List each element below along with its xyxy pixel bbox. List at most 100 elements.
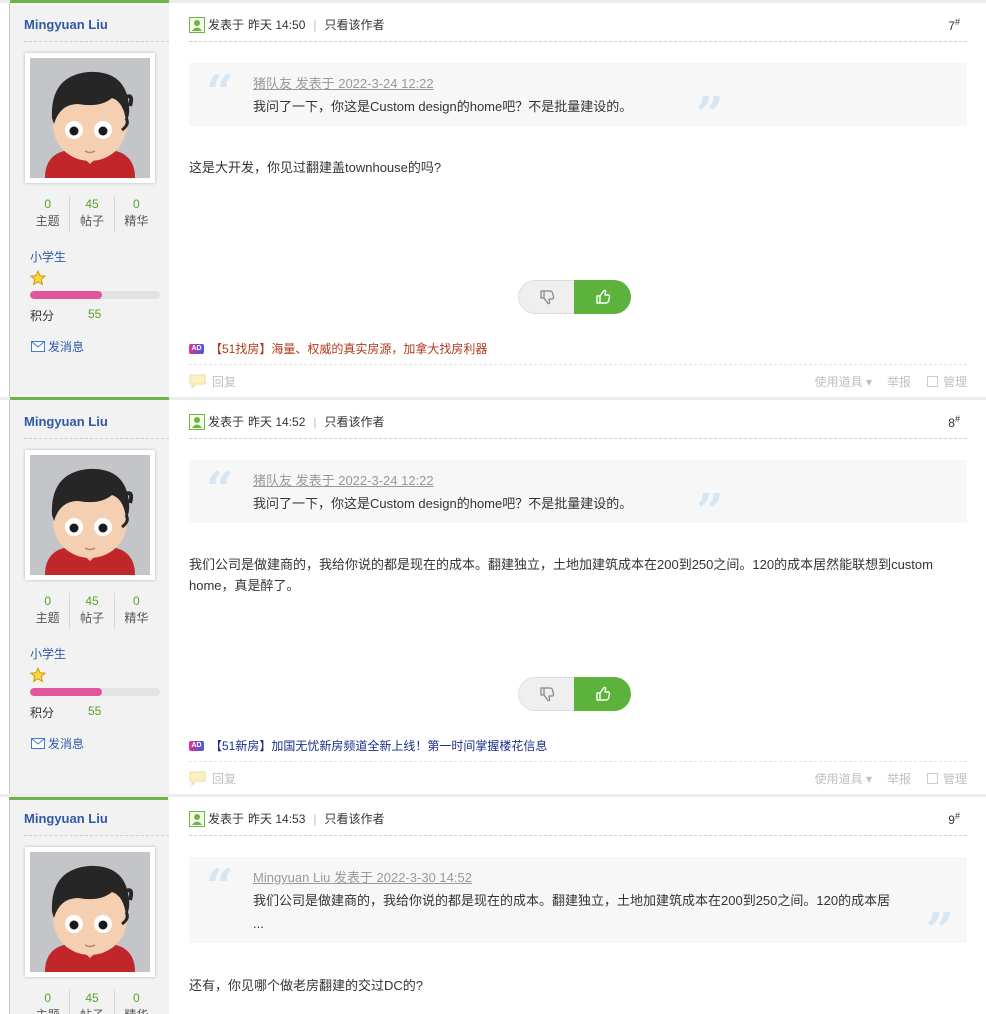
user-rank[interactable]: 小学生 [30,248,66,265]
quote-text: 我问了一下，你这是Custom design的home吧？不是批量建设的。 [253,99,633,114]
only-author-link[interactable]: 只看该作者 [325,810,385,827]
ad-badge-icon: AD [189,740,204,751]
star-icon [30,270,46,286]
quote-meta-link[interactable]: 猪队友 发表于 2022-3-24 12:22 [253,73,434,92]
stat-posts[interactable]: 45 帖子 [69,196,113,232]
use-tools-menu[interactable]: 使用道具 ▾ [815,373,872,390]
author-name-link[interactable]: Mingyuan Liu [24,414,108,429]
user-stats: 0 主题 45 帖子 0 精华 [26,990,158,1014]
stat-posts[interactable]: 45 帖子 [69,593,113,629]
points-value[interactable]: 55 [88,307,101,321]
avatar[interactable] [25,450,155,580]
divider [24,41,169,42]
stat-threads-label: 主题 [35,214,60,228]
stat-posts[interactable]: 45 帖子 [69,990,113,1014]
like-button[interactable] [574,280,631,314]
author-name-link[interactable]: Mingyuan Liu [24,17,108,32]
stat-threads-value: 0 [44,991,51,1005]
manage-checkbox[interactable] [926,773,938,784]
post-time: 昨天 14:53 [248,812,306,826]
points-progress-bar [30,688,160,696]
report-link[interactable]: 举报 [887,770,911,787]
post-header: 发表于 昨天 14:53 | 只看该作者 [189,810,385,827]
floor-number-value: 7 [948,19,955,33]
reply-button[interactable]: 回复 [189,373,236,390]
quote-open-icon: “ [206,462,234,518]
reply-label: 回复 [212,375,237,389]
quote-text: 我们公司是做建商的，我给你说的都是现在的成本。翻建独立，土地加建筑成本在200到… [253,893,891,931]
post-footer: 回复 使用道具 ▾ 举报 管理 [189,373,967,391]
ad-badge-icon: AD [189,343,204,354]
quote-open-icon: “ [206,859,234,915]
ad-text-link[interactable]: 【51新房】加国无忧新房频道全新上线！第一时间掌握楼花信息 [210,737,547,754]
envelope-icon [31,738,45,749]
stat-threads[interactable]: 0 主题 [26,196,69,232]
floor-number[interactable]: 9# [948,811,960,827]
star-icon [30,667,46,683]
floor-number-value: 8 [948,416,955,430]
stat-digest-value: 0 [132,197,140,211]
sidebar-accent-bar [10,397,169,400]
author-name-link[interactable]: Mingyuan Liu [24,811,108,826]
ad-text-link[interactable]: 【51找房】海量、权威的真实房源，加拿大找房利器 [210,340,487,357]
stat-digest[interactable]: 0 精华 [113,196,158,232]
use-tools-label: 使用道具 [814,772,863,786]
avatar-image [30,58,150,178]
user-stats: 0 主题 45 帖子 0 精华 [26,593,158,629]
dislike-button[interactable] [518,280,574,314]
stat-posts-value: 45 [85,594,99,608]
manage-checkbox[interactable] [926,376,938,387]
user-rank[interactable]: 小学生 [30,645,66,662]
post-floor-9: Mingyuan Liu 0 主题 [0,794,986,1014]
vote-controls [518,280,631,314]
dislike-button[interactable] [518,677,574,711]
avatar[interactable] [25,847,155,977]
post-floor-8: Mingyuan Liu 0 主题 45 帖子 0 精华 小学生 积分 55 发… [0,397,986,794]
send-message-link[interactable]: 发消息 [31,338,84,355]
stat-threads[interactable]: 0 主题 [26,593,69,629]
floor-number[interactable]: 8# [948,414,960,430]
post-content: 发表于 昨天 14:52 | 只看该作者 8# “ 猪队友 发表于 2022-3… [189,400,967,794]
stat-posts-value: 45 [85,197,99,211]
points-value[interactable]: 55 [88,704,101,718]
send-message-link[interactable]: 发消息 [31,735,84,752]
stat-digest-label: 精华 [124,611,149,625]
thumbs-up-icon [595,686,610,701]
manage-label: 管理 [942,772,967,786]
stat-digest[interactable]: 0 精华 [113,990,158,1014]
use-tools-menu[interactable]: 使用道具 ▾ [815,770,872,787]
user-post-icon [189,810,205,827]
manage-control[interactable]: 管理 [926,373,967,390]
only-author-link[interactable]: 只看该作者 [325,413,385,430]
thumbs-down-icon [539,290,554,305]
stat-threads[interactable]: 0 主题 [26,990,69,1014]
stat-digest-label: 精华 [124,214,149,228]
like-button[interactable] [574,677,631,711]
floor-number[interactable]: 7# [948,17,960,33]
post-time: 昨天 14:52 [248,415,306,429]
stat-posts-value: 45 [85,991,99,1005]
post-body: 这是大开发，你见过翻建盖townhouse的吗? [189,160,442,175]
reply-button[interactable]: 回复 [189,770,236,787]
quote-text: 我问了一下，你这是Custom design的home吧？不是批量建设的。 [253,496,633,511]
manage-control[interactable]: 管理 [926,770,967,787]
divider [189,364,967,365]
quote-meta-link[interactable]: Mingyuan Liu 发表于 2022-3-30 14:52 [253,867,472,886]
post-floor-7: Mingyuan Liu 0 主题 45 帖子 0 精华 小学生 积分 55 发… [0,0,986,397]
avatar[interactable] [25,53,155,183]
sidebar-accent-bar [9,797,168,800]
ad-line[interactable]: AD 【51新房】加国无忧新房频道全新上线！第一时间掌握楼花信息 [189,737,547,754]
quote-block: “ 猪队友 发表于 2022-3-24 12:22 我问了一下，你这是Custo… [189,460,967,536]
divider [189,41,967,42]
quote-meta-link[interactable]: 猪队友 发表于 2022-3-24 12:22 [253,470,434,489]
report-link[interactable]: 举报 [887,373,911,390]
only-author-link[interactable]: 只看该作者 [325,16,385,33]
stat-threads-label: 主题 [26,1007,69,1014]
ad-line[interactable]: AD 【51找房】海量、权威的真实房源，加拿大找房利器 [189,340,487,357]
points-label: 积分 [30,706,55,720]
thumbs-up-icon [595,289,610,304]
stat-digest[interactable]: 0 精华 [113,593,158,629]
reply-bubble-icon [189,771,206,786]
send-message-label: 发消息 [48,737,85,751]
quote-close-icon: ” [696,484,724,540]
